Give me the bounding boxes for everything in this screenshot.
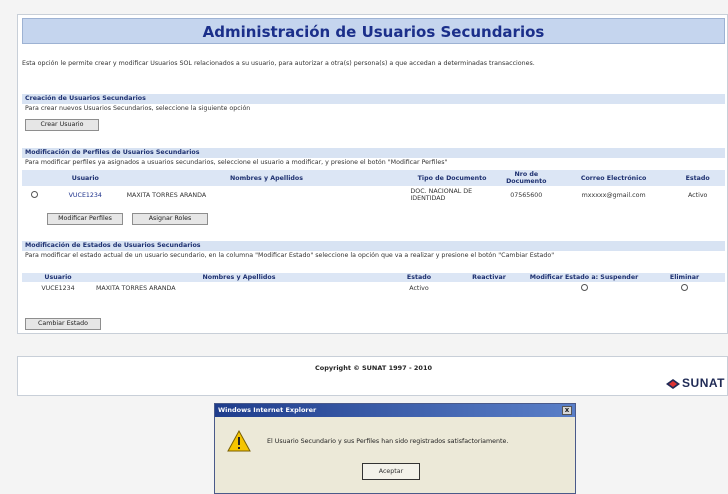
modify-profiles-button[interactable]: Modificar Perfiles: [47, 213, 123, 225]
profiles-text: Para modificar perfiles ya asignados a u…: [25, 159, 448, 166]
col-nombres: Nombres y Apellidos: [94, 273, 384, 282]
col-estado: Estado: [384, 273, 454, 282]
sunat-logo: SUNAT: [666, 376, 725, 390]
dialog-message: El Usuario Secundario y sus Perfiles han…: [267, 438, 509, 445]
profiles-heading: Modificación de Perfiles de Usuarios Sec…: [22, 148, 725, 158]
dialog-title: Windows Internet Explorer: [218, 406, 317, 414]
page-title: Administración de Usuarios Secundarios: [202, 23, 545, 41]
col-usuario: Usuario: [22, 273, 94, 282]
sunat-logo-icon: [666, 378, 681, 389]
change-state-button[interactable]: Cambiar Estado: [25, 318, 101, 330]
col-nro: Nro de Documento: [495, 170, 557, 186]
profiles-table: Usuario Nombres y Apellidos Tipo de Docu…: [22, 170, 725, 204]
states-table: Usuario Nombres y Apellidos Estado React…: [22, 273, 725, 295]
col-nombres: Nombres y Apellidos: [124, 170, 409, 186]
profiles-header-row: Usuario Nombres y Apellidos Tipo de Docu…: [22, 170, 725, 186]
states-header-row: Usuario Nombres y Apellidos Estado React…: [22, 273, 725, 282]
col-tipo: Tipo de Documento: [408, 170, 496, 186]
cell-nombre: MAXITA TORRES ARANDA: [96, 285, 176, 292]
creation-heading: Creación de Usuarios Secundarios: [22, 94, 725, 104]
states-heading: Modificación de Estados de Usuarios Secu…: [22, 241, 725, 251]
cell-usuario: VUCE1234: [68, 191, 102, 199]
close-icon[interactable]: x: [562, 406, 572, 415]
creation-text: Para crear nuevos Usuarios Secundarios, …: [25, 105, 251, 112]
table-row: VUCE1234 MAXITA TORRES ARANDA Activo: [22, 282, 725, 295]
states-text: Para modificar el estado actual de un us…: [25, 252, 555, 259]
delete-radio[interactable]: [681, 284, 688, 291]
create-user-button[interactable]: Crear Usuario: [25, 119, 99, 131]
cell-correo: mxxxxx@gmail.com: [581, 191, 646, 199]
col-eliminar: Eliminar: [644, 273, 725, 282]
warning-icon: [227, 430, 251, 452]
col-estado: Estado: [670, 170, 725, 186]
suspend-radio[interactable]: [580, 284, 588, 291]
col-correo: Correo Electrónico: [556, 170, 671, 186]
page-title-bar: Administración de Usuarios Secundarios: [22, 18, 725, 44]
select-user-radio[interactable]: [30, 190, 38, 198]
table-row: VUCE1234 MAXITA TORRES ARANDA DOC. NACIO…: [22, 186, 725, 204]
alert-dialog: Windows Internet Explorer x El Usuario S…: [214, 403, 576, 494]
cell-usuario: VUCE1234: [41, 285, 75, 292]
cell-reactivar: [454, 282, 524, 295]
col-suspender: Modificar Estado a: Suspender: [524, 273, 644, 282]
copyright-text: Copyright © SUNAT 1997 - 2010: [315, 364, 432, 372]
cell-estado: Activo: [687, 191, 708, 199]
dialog-title-bar: Windows Internet Explorer x: [215, 404, 575, 417]
main-panel: Administración de Usuarios Secundarios E…: [17, 14, 728, 334]
assign-roles-button[interactable]: Asignar Roles: [132, 213, 208, 225]
footer: Copyright © SUNAT 1997 - 2010 SUNAT: [17, 356, 728, 396]
col-usuario: Usuario: [46, 170, 125, 186]
cell-tipo: DOC. NACIONAL DE IDENTIDAD: [410, 188, 473, 202]
cell-estado: Activo: [409, 285, 429, 292]
col-reactivar: Reactivar: [454, 273, 524, 282]
intro-text: Esta opción le permite crear y modificar…: [22, 60, 535, 67]
logo-text: SUNAT: [682, 376, 725, 390]
accept-button[interactable]: Aceptar: [362, 463, 420, 480]
cell-nro: 07565600: [510, 191, 543, 199]
cell-nombre: MAXITA TORRES ARANDA: [126, 191, 207, 199]
